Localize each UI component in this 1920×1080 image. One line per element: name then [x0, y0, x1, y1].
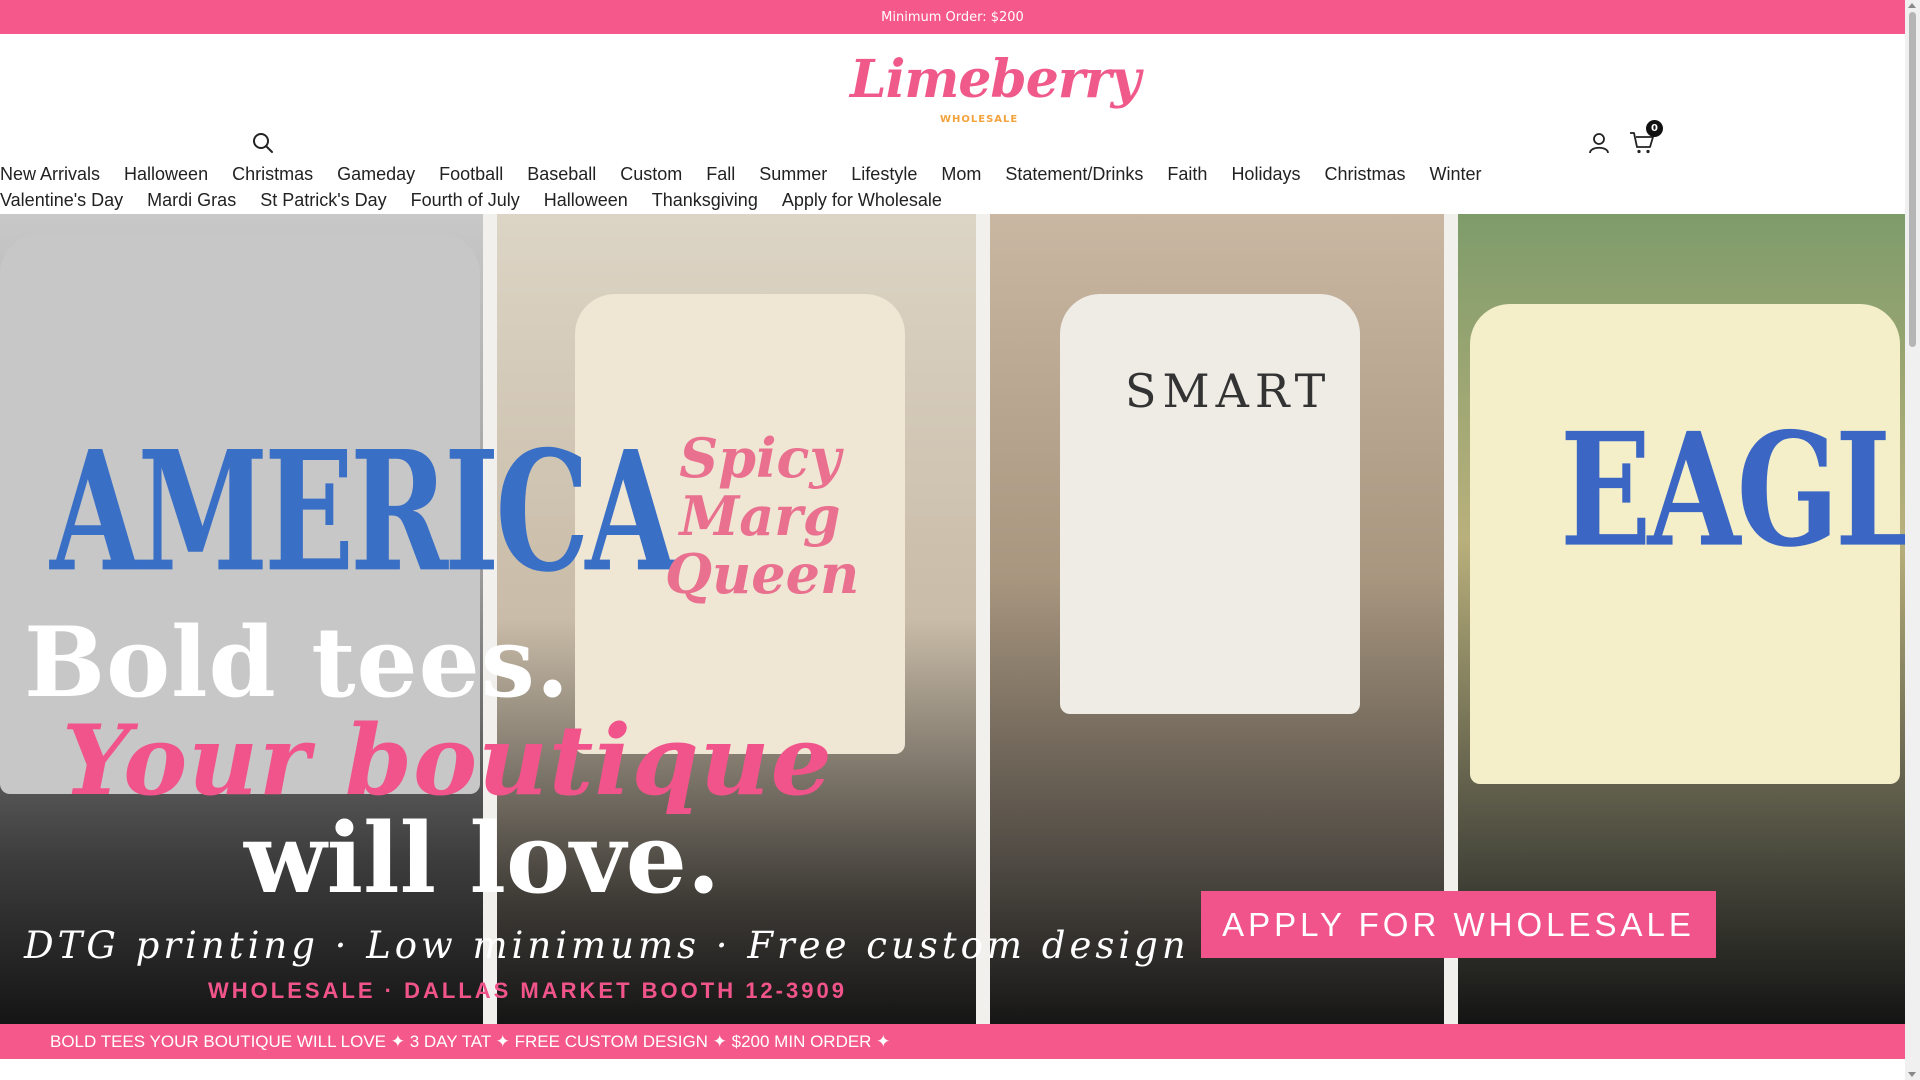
hero-banner[interactable]: AMERICA Spicy Marg Queen SMART EAGLES Bo… — [0, 214, 1905, 1024]
cart-button[interactable]: 0 — [1627, 120, 1663, 158]
nav-item[interactable]: Faith — [1167, 164, 1207, 185]
tee-photo-smart — [1060, 294, 1360, 714]
nav-item[interactable]: St Patrick's Day — [260, 190, 386, 211]
nav-item[interactable]: Fall — [706, 164, 735, 185]
brand-logo[interactable]: Limeberry WHOLESALE — [850, 50, 1141, 126]
site-header: Limeberry WHOLESALE 0 New Arrivals Hallo… — [0, 34, 1905, 214]
nav-item[interactable]: New Arrivals — [0, 164, 100, 185]
account-icon — [1589, 133, 1609, 154]
logo-script: Limeberry — [850, 49, 1141, 110]
nav-item[interactable]: Christmas — [1324, 164, 1405, 185]
nav-item[interactable]: Valentine's Day — [0, 190, 123, 211]
account-button[interactable] — [1584, 128, 1614, 158]
nav-item[interactable]: Halloween — [124, 164, 208, 185]
apply-for-wholesale-button[interactable]: APPLY FOR WHOLESALE — [1201, 891, 1716, 958]
nav-item[interactable]: Holidays — [1231, 164, 1300, 185]
page-scrollbar[interactable] — [1905, 0, 1920, 1080]
scroll-thumb[interactable] — [1909, 12, 1916, 347]
nav-item[interactable]: Summer — [759, 164, 827, 185]
nav-item[interactable]: Thanksgiving — [652, 190, 758, 211]
photo-divider — [976, 214, 990, 1024]
nav-item[interactable]: Football — [439, 164, 503, 185]
marquee-text: BOLD TEES YOUR BOUTIQUE WILL LOVE ✦ 3 DA… — [50, 1031, 891, 1051]
main-nav-row-1: New Arrivals Halloween Christmas Gameday… — [0, 164, 1500, 185]
tee-graphic-text: SMART — [1125, 364, 1332, 418]
nav-item[interactable]: Baseball — [527, 164, 596, 185]
scroll-down-arrow-icon[interactable] — [1908, 1072, 1916, 1077]
hero-booth-info: WHOLESALE · DALLAS MARKET BOOTH 12-3909 — [208, 978, 847, 1003]
hero-headline-1: Bold tees. — [24, 606, 571, 719]
nav-item[interactable]: Mom — [941, 164, 981, 185]
nav-item[interactable]: Winter — [1429, 164, 1481, 185]
search-icon — [253, 133, 273, 153]
nav-item[interactable]: Halloween — [544, 190, 628, 211]
nav-item[interactable]: Apply for Wholesale — [782, 190, 942, 211]
main-nav-row-2: Valentine's Day Mardi Gras St Patrick's … — [0, 190, 1500, 211]
nav-item[interactable]: Christmas — [232, 164, 313, 185]
announcement-bar: Minimum Order: $200 — [0, 0, 1905, 34]
search-button[interactable] — [248, 128, 278, 158]
nav-item[interactable]: Mardi Gras — [147, 190, 236, 211]
hero-headline-2: Your boutique — [62, 704, 833, 817]
hero-tagline: DTG printing · Low minimums · Free custo… — [24, 924, 1190, 967]
tee-graphic-text: EAGLES — [1560, 399, 1905, 583]
nav-item[interactable]: Fourth of July — [411, 190, 520, 211]
tee-graphic-text: AMERICA — [50, 414, 677, 609]
scroll-up-arrow-icon[interactable] — [1908, 3, 1916, 8]
hero-headline-3: will love. — [244, 802, 721, 915]
nav-item[interactable]: Lifestyle — [851, 164, 917, 185]
nav-item[interactable]: Gameday — [337, 164, 415, 185]
promo-marquee: BOLD TEES YOUR BOUTIQUE WILL LOVE ✦ 3 DA… — [0, 1024, 1905, 1059]
nav-item[interactable]: Statement/Drinks — [1005, 164, 1143, 185]
announcement-text: Minimum Order: $200 — [881, 9, 1024, 25]
logo-subtitle: WHOLESALE — [940, 114, 1019, 125]
tee-graphic-text: Spicy Marg Queen — [665, 426, 860, 606]
nav-item[interactable]: Custom — [620, 164, 682, 185]
cart-count-badge: 0 — [1646, 120, 1663, 137]
